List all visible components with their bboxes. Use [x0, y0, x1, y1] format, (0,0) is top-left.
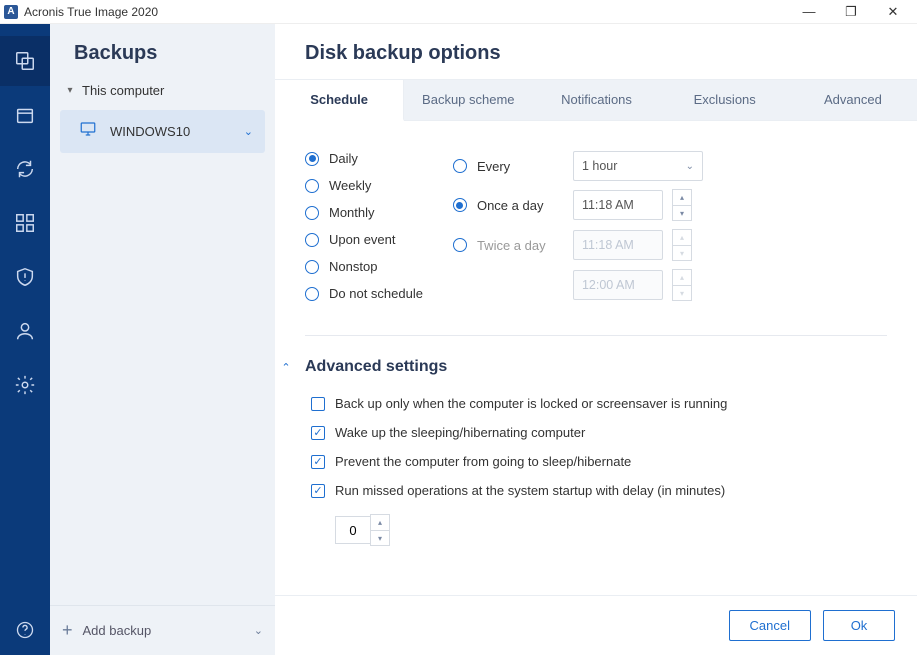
tab-backup-scheme[interactable]: Backup scheme — [404, 80, 532, 120]
frequency-group: Daily Weekly Monthly Upon event Nonstop … — [305, 151, 423, 301]
plus-icon: + — [62, 620, 73, 641]
check-prevent-sleep[interactable]: Prevent the computer from going to sleep… — [311, 454, 887, 469]
spin-down-icon: ▾ — [673, 285, 691, 300]
chevron-down-icon: ⌄ — [244, 125, 253, 138]
chevron-down-icon: ▾ — [64, 85, 76, 96]
advanced-settings-toggle[interactable]: ⌃ Advanced settings — [277, 358, 887, 376]
ok-button[interactable]: Ok — [823, 610, 895, 641]
input-once-time[interactable]: 11:18 AM — [573, 190, 663, 220]
advanced-settings-body: Back up only when the computer is locked… — [305, 376, 887, 546]
chevron-down-icon: ⌄ — [686, 161, 694, 172]
radio-weekly[interactable]: Weekly — [305, 178, 423, 193]
radio-label: Twice a day — [477, 238, 546, 253]
radio-nonstop[interactable]: Nonstop — [305, 259, 423, 274]
dialog-footer: Cancel Ok — [275, 595, 917, 655]
sidebar: Backups ▾ This computer WINDOWS10 ⌄ + Ad… — [50, 24, 275, 655]
panel-schedule: Daily Weekly Monthly Upon event Nonstop … — [275, 121, 917, 595]
maximize-button[interactable]: ❐ — [839, 4, 863, 20]
check-label: Wake up the sleeping/hibernating compute… — [335, 425, 585, 440]
spinner-twice-time-2: ▴▾ — [672, 269, 692, 301]
spinner-startup-delay[interactable]: ▴▾ — [370, 514, 390, 546]
tree-root-this-computer[interactable]: ▾ This computer — [50, 77, 275, 104]
spin-down-icon[interactable]: ▾ — [673, 205, 691, 220]
check-label: Prevent the computer from going to sleep… — [335, 454, 631, 469]
close-button[interactable]: ✕ — [881, 4, 905, 20]
spin-up-icon: ▴ — [673, 270, 691, 285]
advanced-settings-title: Advanced settings — [305, 358, 447, 376]
app-icon: A — [4, 5, 18, 19]
tab-schedule[interactable]: Schedule — [275, 80, 404, 121]
tab-exclusions[interactable]: Exclusions — [661, 80, 789, 120]
spin-up-icon[interactable]: ▴ — [673, 190, 691, 205]
radio-every[interactable]: Every — [453, 159, 563, 174]
check-backup-when-locked[interactable]: Back up only when the computer is locked… — [311, 396, 887, 411]
rail-help-icon[interactable] — [0, 605, 50, 655]
rail-archive-icon[interactable] — [0, 90, 50, 140]
radio-label: Do not schedule — [329, 286, 423, 301]
input-twice-time-2: 12:00 AM — [573, 270, 663, 300]
spin-up-icon[interactable]: ▴ — [371, 515, 389, 530]
radio-label: Weekly — [329, 178, 371, 193]
radio-once-a-day[interactable]: Once a day — [453, 198, 563, 213]
radio-upon-event[interactable]: Upon event — [305, 232, 423, 247]
spinner-once-time[interactable]: ▴▾ — [672, 189, 692, 221]
sidebar-header: Backups — [50, 24, 275, 77]
time-value: 11:18 AM — [582, 238, 654, 252]
radio-twice-a-day[interactable]: Twice a day — [453, 238, 563, 253]
rail-tools-icon[interactable] — [0, 198, 50, 248]
divider — [305, 335, 887, 336]
window-controls: — ❐ ✕ — [797, 4, 913, 20]
add-backup-label: Add backup — [83, 623, 254, 638]
input-startup-delay[interactable] — [335, 516, 371, 544]
sidebar-item-windows10[interactable]: WINDOWS10 ⌄ — [60, 110, 265, 153]
minimize-button[interactable]: — — [797, 4, 821, 19]
radio-label: Upon event — [329, 232, 396, 247]
chevron-up-icon: ⌃ — [277, 361, 295, 374]
page-title: Disk backup options — [275, 24, 917, 79]
sidebar-item-label: WINDOWS10 — [110, 124, 244, 139]
rail-protection-icon[interactable] — [0, 252, 50, 302]
rail-account-icon[interactable] — [0, 306, 50, 356]
combo-every-interval[interactable]: 1 hour⌄ — [573, 151, 703, 181]
radio-label: Monthly — [329, 205, 375, 220]
nav-rail — [0, 24, 50, 655]
time-value: 12:00 AM — [582, 278, 654, 292]
chevron-down-icon: ⌄ — [254, 624, 263, 637]
titlebar: A Acronis True Image 2020 — ❐ ✕ — [0, 0, 917, 24]
spin-down-icon: ▾ — [673, 245, 691, 260]
radio-monthly[interactable]: Monthly — [305, 205, 423, 220]
tab-notifications[interactable]: Notifications — [532, 80, 660, 120]
check-label: Back up only when the computer is locked… — [335, 396, 727, 411]
combo-value: 1 hour — [582, 159, 686, 173]
content: Disk backup options Schedule Backup sche… — [275, 24, 917, 655]
monitor-icon — [78, 120, 98, 143]
check-wake-computer[interactable]: Wake up the sleeping/hibernating compute… — [311, 425, 887, 440]
spin-up-icon: ▴ — [673, 230, 691, 245]
add-backup-button[interactable]: + Add backup ⌄ — [50, 605, 275, 655]
check-label: Run missed operations at the system star… — [335, 483, 725, 498]
cancel-button[interactable]: Cancel — [729, 610, 811, 641]
radio-label: Once a day — [477, 198, 544, 213]
radio-label: Every — [477, 159, 510, 174]
mode-group: Every 1 hour⌄ Once a day 11:18 AM ▴▾ Twi… — [453, 151, 703, 301]
check-run-missed-on-startup[interactable]: Run missed operations at the system star… — [311, 483, 887, 498]
tab-advanced[interactable]: Advanced — [789, 80, 917, 120]
spinner-twice-time-1: ▴▾ — [672, 229, 692, 261]
radio-label: Nonstop — [329, 259, 377, 274]
tree-root-label: This computer — [82, 83, 164, 98]
time-value: 11:18 AM — [582, 198, 654, 212]
radio-daily[interactable]: Daily — [305, 151, 423, 166]
rail-sync-icon[interactable] — [0, 144, 50, 194]
radio-do-not-schedule[interactable]: Do not schedule — [305, 286, 423, 301]
input-twice-time-1: 11:18 AM — [573, 230, 663, 260]
rail-settings-icon[interactable] — [0, 360, 50, 410]
radio-label: Daily — [329, 151, 358, 166]
app-title: Acronis True Image 2020 — [24, 5, 797, 19]
tabs: Schedule Backup scheme Notifications Exc… — [275, 79, 917, 121]
rail-backup-icon[interactable] — [0, 36, 50, 86]
spin-down-icon[interactable]: ▾ — [371, 530, 389, 545]
